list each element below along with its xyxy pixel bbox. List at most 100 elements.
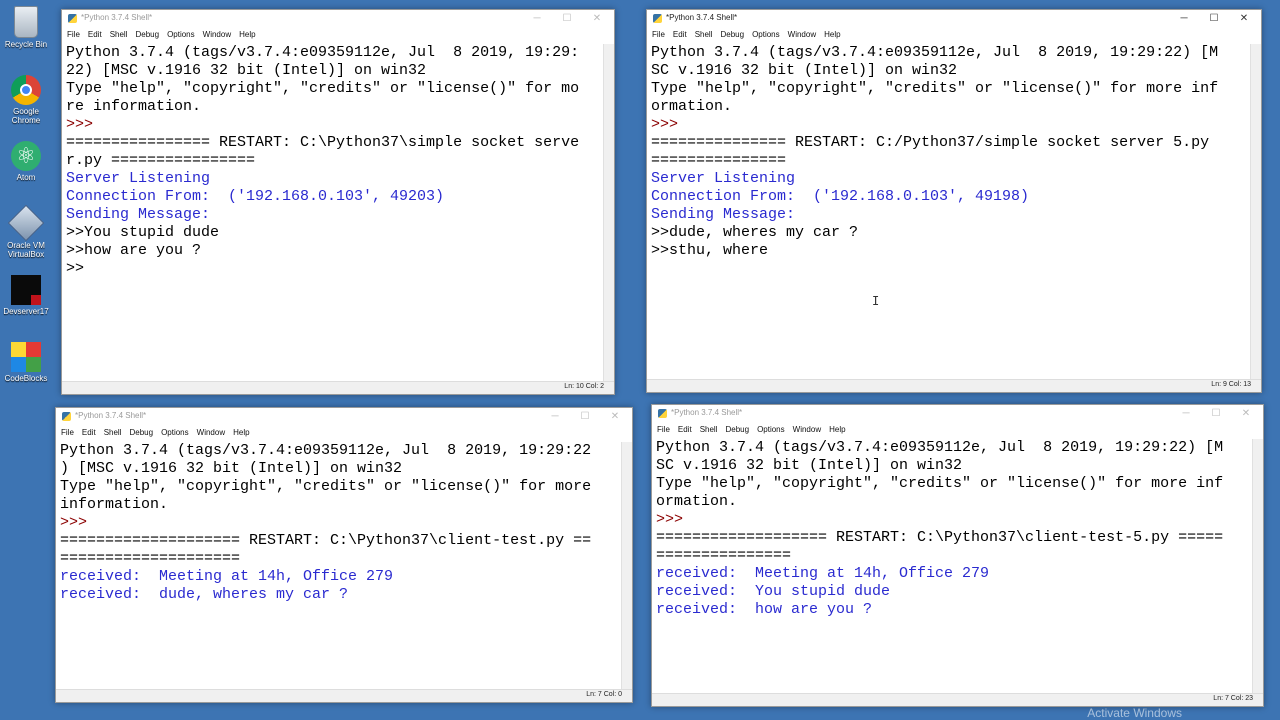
- menu-edit[interactable]: Edit: [79, 426, 101, 440]
- shell-line: >>You stupid dude: [66, 224, 220, 241]
- menu-help[interactable]: Help: [821, 28, 845, 42]
- shell-window-server-2[interactable]: *Python 3.7.4 Shell* ─ ☐ ✕ File Edit She…: [646, 9, 1262, 393]
- window-title: *Python 3.7.4 Shell*: [81, 13, 153, 22]
- atom-icon: ⚛: [11, 141, 41, 171]
- shell-line: ) [MSC v.1916 32 bit (Intel)] on win32: [60, 460, 403, 477]
- python-icon: [68, 14, 77, 23]
- shell-line: 22) [MSC v.1916 32 bit (Intel)] on win32: [66, 62, 427, 79]
- virtualbox-icon: [7, 204, 45, 242]
- menu-window[interactable]: Window: [790, 423, 826, 437]
- shell-line: >>>: [651, 116, 688, 133]
- menu-help[interactable]: Help: [826, 423, 850, 437]
- close-icon[interactable]: ✕: [600, 408, 630, 426]
- menu-debug[interactable]: Debug: [717, 28, 749, 42]
- shell-line: received: You stupid dude: [656, 583, 891, 600]
- menu-debug[interactable]: Debug: [132, 28, 164, 42]
- maximize-icon[interactable]: ☐: [552, 10, 582, 28]
- menu-file[interactable]: File: [654, 423, 675, 437]
- maximize-icon[interactable]: ☐: [570, 408, 600, 426]
- shell-line: Server Listening: [651, 170, 796, 187]
- minimize-icon[interactable]: ─: [522, 10, 552, 28]
- title-bar[interactable]: *Python 3.7.4 Shell* ─ ☐ ✕: [652, 405, 1263, 423]
- minimize-icon[interactable]: ─: [540, 408, 570, 426]
- shell-line: received: how are you ?: [656, 601, 873, 618]
- shell-window-client-1[interactable]: *Python 3.7.4 Shell* ─ ☐ ✕ File Edit She…: [55, 407, 633, 703]
- shell-line: Type "help", "copyright", "credits" or "…: [656, 475, 1224, 492]
- shell-line: ================ RESTART: C:\Python37\si…: [66, 134, 580, 151]
- shell-line: >>how are you ?: [66, 242, 202, 259]
- title-bar[interactable]: *Python 3.7.4 Shell* ─ ☐ ✕: [56, 408, 632, 426]
- menu-file[interactable]: File: [64, 28, 85, 42]
- shell-line: ===============: [651, 152, 787, 169]
- menu-edit[interactable]: Edit: [675, 423, 697, 437]
- menu-debug[interactable]: Debug: [722, 423, 754, 437]
- window-title: *Python 3.7.4 Shell*: [671, 408, 743, 417]
- menu-edit[interactable]: Edit: [670, 28, 692, 42]
- status-bar: Ln: 7 Col: 0: [56, 689, 632, 702]
- menu-options[interactable]: Options: [754, 423, 790, 437]
- menu-shell[interactable]: Shell: [107, 28, 133, 42]
- close-icon[interactable]: ✕: [1229, 10, 1259, 28]
- menu-file[interactable]: File: [58, 426, 79, 440]
- shell-text-area[interactable]: Python 3.7.4 (tags/v3.7.4:e09359112e, Ju…: [62, 44, 604, 382]
- menu-window[interactable]: Window: [785, 28, 821, 42]
- maximize-icon[interactable]: ☐: [1199, 10, 1229, 28]
- activation-watermark: Activate Windows: [1087, 706, 1182, 720]
- cursor-position: Ln: 7 Col: 23: [1213, 695, 1253, 702]
- menu-window[interactable]: Window: [194, 426, 230, 440]
- menu-shell[interactable]: Shell: [692, 28, 718, 42]
- title-bar[interactable]: *Python 3.7.4 Shell* ─ ☐ ✕: [647, 10, 1261, 28]
- close-icon[interactable]: ✕: [582, 10, 612, 28]
- vertical-scrollbar[interactable]: [603, 44, 614, 382]
- menu-edit[interactable]: Edit: [85, 28, 107, 42]
- shell-line: Python 3.7.4 (tags/v3.7.4:e09359112e, Ju…: [651, 44, 1219, 61]
- menu-file[interactable]: File: [649, 28, 670, 42]
- shell-line: information.: [60, 496, 169, 513]
- menu-window[interactable]: Window: [200, 28, 236, 42]
- shell-text-area[interactable]: Python 3.7.4 (tags/v3.7.4:e09359112e, Ju…: [647, 44, 1251, 380]
- vertical-scrollbar[interactable]: [621, 442, 632, 690]
- desktop-icon-recycle-bin[interactable]: Recycle Bin: [3, 6, 49, 49]
- menu-debug[interactable]: Debug: [126, 426, 158, 440]
- cursor-position: Ln: 7 Col: 0: [586, 691, 622, 698]
- desktop-icon-atom[interactable]: ⚛ Atom: [3, 141, 49, 182]
- minimize-icon[interactable]: ─: [1169, 10, 1199, 28]
- menu-shell[interactable]: Shell: [101, 426, 127, 440]
- desktop-icon-virtualbox[interactable]: Oracle VM VirtualBox: [3, 204, 49, 259]
- shell-text-area[interactable]: Python 3.7.4 (tags/v3.7.4:e09359112e, Ju…: [56, 442, 622, 690]
- desktop-icon-devserver[interactable]: Devserver17: [3, 275, 49, 316]
- desktop-icon-codeblocks[interactable]: CodeBlocks: [3, 342, 49, 383]
- status-bar: Ln: 9 Col: 13: [647, 379, 1261, 392]
- shell-line: =============== RESTART: C:/Python37/sim…: [651, 134, 1210, 151]
- desktop-icon-chrome[interactable]: Google Chrome: [3, 75, 49, 125]
- vertical-scrollbar[interactable]: [1252, 439, 1263, 694]
- minimize-icon[interactable]: ─: [1171, 405, 1201, 423]
- shell-line: >>: [66, 260, 94, 277]
- shell-line: Type "help", "copyright", "credits" or "…: [66, 80, 580, 97]
- shell-text-area[interactable]: Python 3.7.4 (tags/v3.7.4:e09359112e, Ju…: [652, 439, 1253, 694]
- shell-line: ===============: [656, 547, 792, 564]
- menu-help[interactable]: Help: [230, 426, 254, 440]
- shell-window-client-2[interactable]: *Python 3.7.4 Shell* ─ ☐ ✕ File Edit She…: [651, 404, 1264, 707]
- menu-options[interactable]: Options: [749, 28, 785, 42]
- shell-line: >>>: [66, 116, 103, 133]
- shell-line: Type "help", "copyright", "credits" or "…: [60, 478, 592, 495]
- shell-window-server-1[interactable]: *Python 3.7.4 Shell* ─ ☐ ✕ File Edit She…: [61, 9, 615, 395]
- close-icon[interactable]: ✕: [1231, 405, 1261, 423]
- menu-help[interactable]: Help: [236, 28, 260, 42]
- codeblocks-icon: [11, 342, 41, 372]
- shell-line: Connection From: ('192.168.0.103', 49203…: [66, 188, 445, 205]
- shell-line: SC v.1916 32 bit (Intel)] on win32: [651, 62, 958, 79]
- recycle-bin-icon: [14, 6, 38, 38]
- maximize-icon[interactable]: ☐: [1201, 405, 1231, 423]
- window-title: *Python 3.7.4 Shell*: [75, 411, 147, 420]
- vertical-scrollbar[interactable]: [1250, 44, 1261, 380]
- menu-options[interactable]: Options: [158, 426, 194, 440]
- shell-line: Python 3.7.4 (tags/v3.7.4:e09359112e, Ju…: [66, 44, 580, 61]
- title-bar[interactable]: *Python 3.7.4 Shell* ─ ☐ ✕: [62, 10, 614, 28]
- devserver-icon: [11, 275, 41, 305]
- menu-options[interactable]: Options: [164, 28, 200, 42]
- shell-line: SC v.1916 32 bit (Intel)] on win32: [656, 457, 963, 474]
- python-icon: [62, 412, 71, 421]
- menu-shell[interactable]: Shell: [697, 423, 723, 437]
